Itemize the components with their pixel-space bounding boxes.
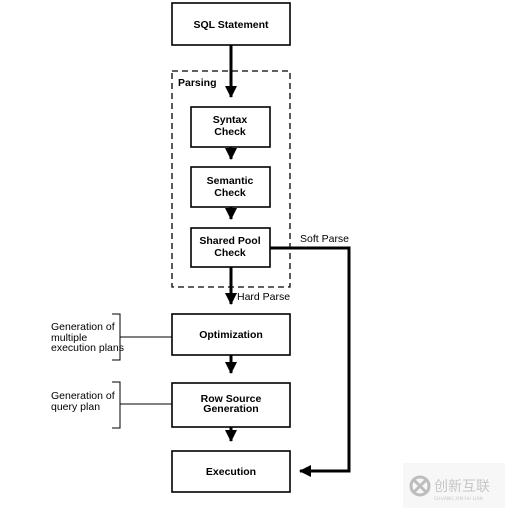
soft-parse-label: Soft Parse	[300, 233, 349, 245]
semantic-label-2: Check	[214, 187, 246, 199]
svg-text:CHUANG XIN HU LIAN: CHUANG XIN HU LIAN	[434, 496, 483, 502]
optimization-label: Optimization	[199, 329, 263, 341]
syntax-label: Syntax	[213, 114, 248, 126]
sql-statement-label: SQL Statement	[193, 19, 269, 31]
row-source-label-2: Generation	[203, 403, 258, 415]
execution-label: Execution	[206, 466, 256, 478]
svg-text:创新互联: 创新互联	[434, 479, 490, 495]
row-source-bracket	[112, 381, 121, 429]
arrow-soft-parse	[270, 246, 351, 477]
syntax-label-2: Check	[214, 126, 246, 138]
watermark-logo: 创新互联 CHUANG XIN HU LIAN	[403, 463, 505, 508]
optimization-note-3: execution plans	[51, 342, 124, 354]
parsing-label: Parsing	[178, 77, 217, 89]
row-source-note-2: query plan	[51, 401, 100, 413]
semantic-label: Semantic	[207, 175, 254, 187]
hard-parse-label: Hard Parse	[237, 291, 290, 303]
shared-pool-label: Shared Pool	[199, 235, 260, 247]
diagram: Parsing SQL Statement Syntax Check Seman…	[0, 0, 505, 508]
shared-pool-label-2: Check	[214, 247, 246, 259]
